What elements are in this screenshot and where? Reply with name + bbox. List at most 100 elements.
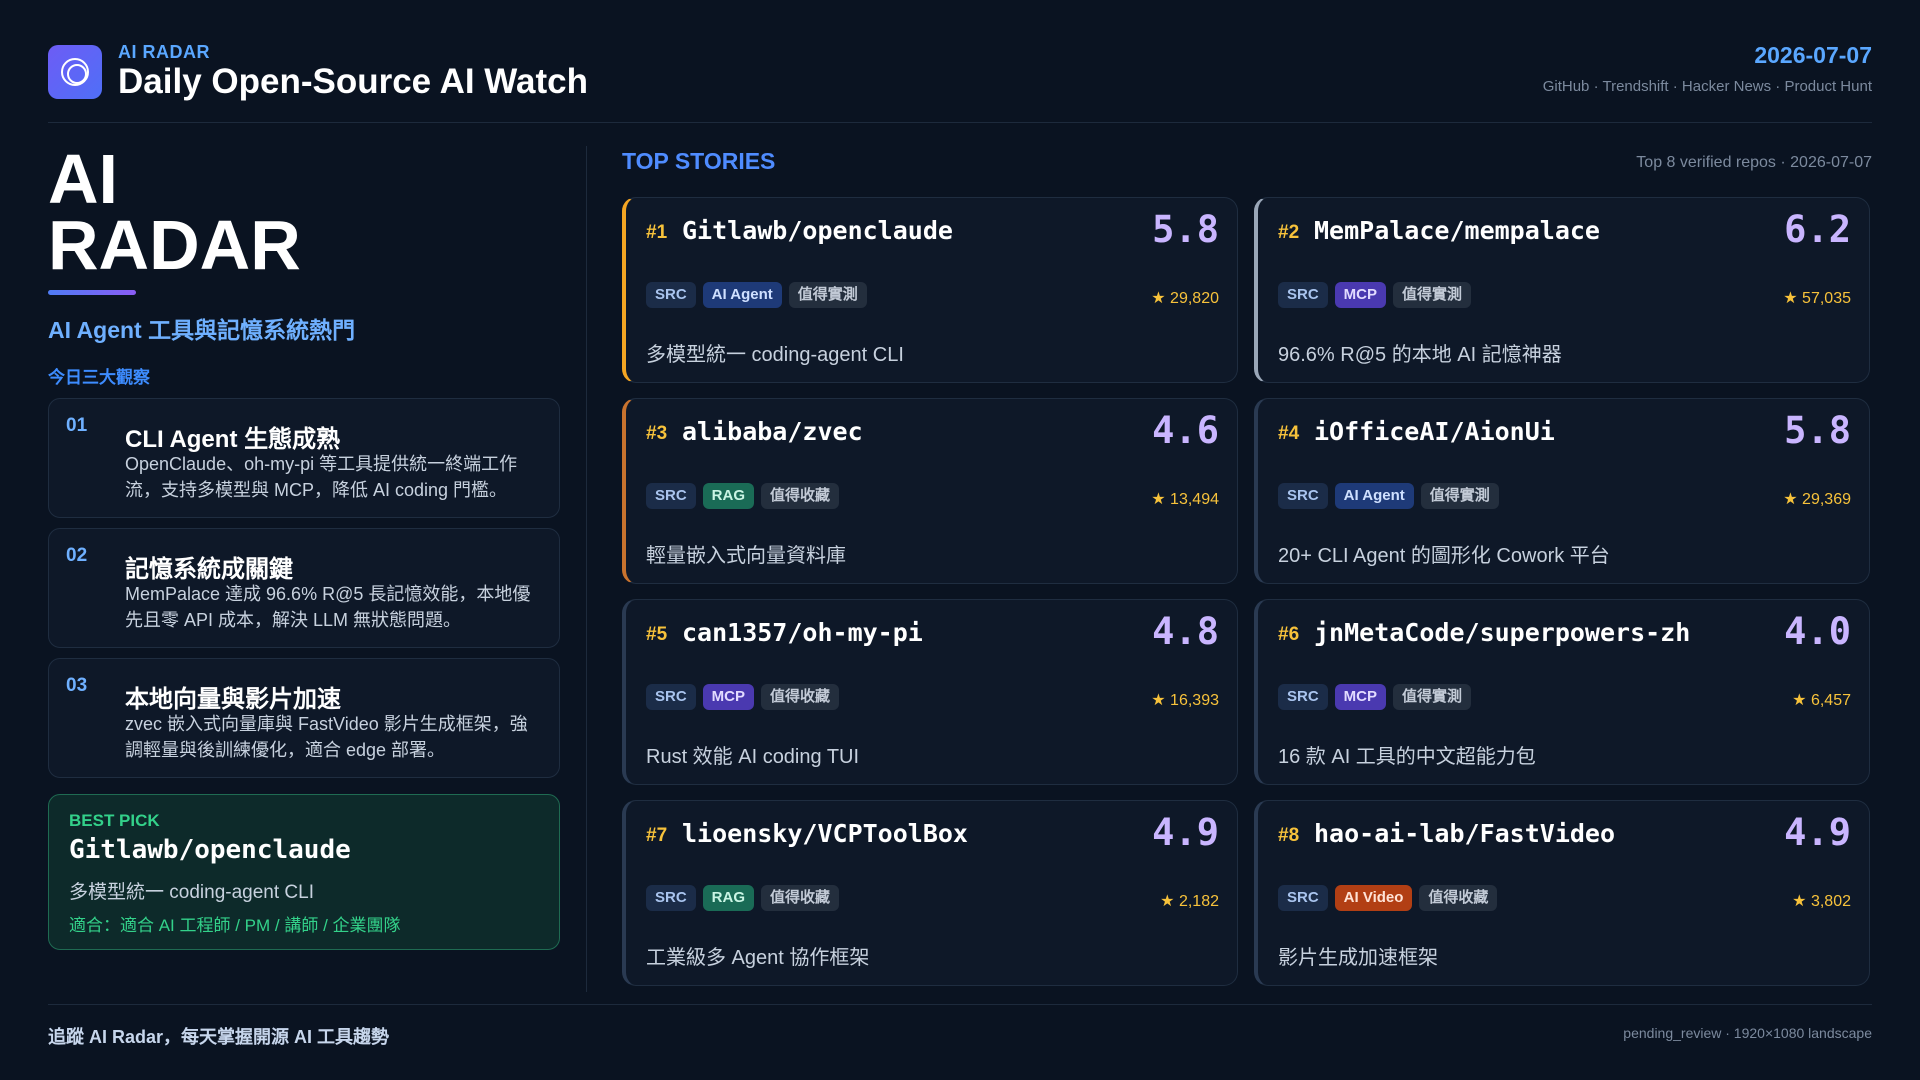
story-description: 影片生成加速框架 <box>1278 947 1438 969</box>
insight-title: 本地向量與影片加速 <box>125 686 341 713</box>
header-date: 2026-07-07 <box>1754 42 1872 68</box>
insight-card: 03 本地向量與影片加速 zvec 嵌入式向量庫與 FastVideo 影片生成… <box>48 658 560 778</box>
story-tag: SRC <box>646 483 696 509</box>
story-rank: #6 <box>1278 624 1300 645</box>
story-score: 4.9 <box>1784 811 1851 854</box>
best-pick-audience: 適合：適合 AI 工程師 / PM / 講師 / 企業團隊 <box>69 916 401 935</box>
insight-number: 01 <box>66 415 88 436</box>
hero-line-1: AI <box>48 140 118 218</box>
story-tags: SRC RAG 值得收藏 <box>646 483 840 509</box>
story-tag: SRC <box>1278 885 1328 911</box>
story-tag: MCP <box>1334 282 1387 308</box>
story-stars: ★ 13,494 <box>1151 491 1219 508</box>
story-tag: SRC <box>1278 684 1328 710</box>
hero-accent-bar <box>48 290 136 295</box>
story-tag: 值得實測 <box>1393 282 1472 308</box>
story-tag: SRC <box>1278 282 1328 308</box>
story-tag: 值得收藏 <box>761 483 840 509</box>
story-rank: #1 <box>646 222 668 243</box>
story-description: Rust 效能 AI coding TUI <box>646 746 860 768</box>
story-tag: 值得實測 <box>788 282 867 308</box>
story-rank: #3 <box>646 423 668 444</box>
column-divider <box>586 146 587 992</box>
top-stories-title: TOP STORIES <box>622 148 776 174</box>
story-tag: MCP <box>1334 684 1387 710</box>
insight-number: 02 <box>66 545 88 566</box>
story-rank: #8 <box>1278 825 1300 846</box>
story-rank: #5 <box>646 624 668 645</box>
story-tag: 值得實測 <box>1420 483 1499 509</box>
story-tag: SRC <box>646 684 696 710</box>
story-tags: SRC MCP 值得收藏 <box>646 684 840 710</box>
story-repo-name[interactable]: alibaba/zvec <box>682 417 863 446</box>
story-score: 4.8 <box>1152 610 1219 653</box>
story-tag: AI Agent <box>702 282 782 308</box>
story-repo-name[interactable]: iOfficeAI/AionUi <box>1314 417 1555 446</box>
story-stars: ★ 29,369 <box>1783 491 1851 508</box>
story-stars: ★ 2,182 <box>1160 893 1219 910</box>
story-card[interactable]: #2 MemPalace/mempalace 6.2 SRC MCP 值得實測 ★ 57,0… <box>1254 197 1870 383</box>
story-repo-name[interactable]: jnMetaCode/superpowers-zh <box>1314 618 1690 647</box>
best-pick-description: 多模型統一 coding-agent CLI <box>69 882 314 903</box>
story-tag: 值得實測 <box>1393 684 1472 710</box>
story-description: 20+ CLI Agent 的圖形化 Cowork 平台 <box>1278 545 1610 567</box>
header: AI RADAR Daily Open-Source AI Watch 2026… <box>48 42 1872 122</box>
story-repo-name[interactable]: can1357/oh-my-pi <box>682 618 923 647</box>
story-description: 96.6% R@5 的本地 AI 記憶神器 <box>1278 344 1562 366</box>
story-stars: ★ 3,802 <box>1792 893 1851 910</box>
footer-tagline: 追蹤 AI Radar，每天掌握開源 AI 工具趨勢 <box>48 1027 390 1047</box>
story-description: 工業級多 Agent 協作框架 <box>646 947 870 969</box>
story-stars: ★ 57,035 <box>1783 290 1851 307</box>
story-stars: ★ 29,820 <box>1151 290 1219 307</box>
header-divider <box>48 122 1872 123</box>
story-tag: 值得收藏 <box>761 684 840 710</box>
insight-title: 記憶系統成關鍵 <box>125 556 293 583</box>
story-tags: SRC MCP 值得實測 <box>1278 282 1472 308</box>
story-stars: ★ 16,393 <box>1151 692 1219 709</box>
story-card[interactable]: #5 can1357/oh-my-pi 4.8 SRC MCP 值得收藏 ★ 16,393 R… <box>622 599 1238 785</box>
story-repo-name[interactable]: hao-ai-lab/FastVideo <box>1314 819 1615 848</box>
story-repo-name[interactable]: Gitlawb/openclaude <box>682 216 953 245</box>
story-card[interactable]: #8 hao-ai-lab/FastVideo 4.9 SRC AI Video 值得收藏… <box>1254 800 1870 986</box>
brand-label: AI RADAR <box>118 42 210 62</box>
story-card[interactable]: #6 jnMetaCode/superpowers-zh 4.0 SRC MCP 值得實測… <box>1254 599 1870 785</box>
insight-card: 02 記憶系統成關鍵 MemPalace 達成 96.6% R@5 長記憶效能，… <box>48 528 560 648</box>
story-tag: 值得收藏 <box>761 885 840 911</box>
story-description: 16 款 AI 工具的中文超能力包 <box>1278 746 1536 768</box>
left-panel: AI RADAR AI Agent 工具與記憶系統熱門 今日三大觀察 01 CL… <box>48 142 562 950</box>
hero-line-2: RADAR <box>48 206 301 284</box>
best-pick-repo-name[interactable]: Gitlawb/openclaude <box>69 835 351 865</box>
story-repo-name[interactable]: MemPalace/mempalace <box>1314 216 1600 245</box>
story-card[interactable]: #4 iOfficeAI/AionUi 5.8 SRC AI Agent 值得實測 ★ 29… <box>1254 398 1870 584</box>
story-tag: MCP <box>702 684 755 710</box>
insight-title: CLI Agent 生態成熟 <box>125 426 341 453</box>
story-tag: 值得收藏 <box>1419 885 1498 911</box>
story-score: 5.8 <box>1152 208 1219 251</box>
story-rank: #4 <box>1278 423 1300 444</box>
story-card[interactable]: #1 Gitlawb/openclaude 5.8 SRC AI Agent 值得實測 ★ … <box>622 197 1238 383</box>
story-score: 5.8 <box>1784 409 1851 452</box>
story-tag: RAG <box>702 483 755 509</box>
story-tag: SRC <box>646 282 696 308</box>
best-pick-card[interactable]: BEST PICK Gitlawb/openclaude 多模型統一 codin… <box>48 794 560 950</box>
story-score: 4.6 <box>1152 409 1219 452</box>
story-tags: SRC AI Agent 值得實測 <box>1278 483 1499 509</box>
story-score: 4.0 <box>1784 610 1851 653</box>
insights-label: 今日三大觀察 <box>48 368 150 387</box>
story-repo-name[interactable]: lioensky/VCPToolBox <box>682 819 968 848</box>
insight-number: 03 <box>66 675 88 696</box>
story-stars: ★ 6,457 <box>1792 692 1851 709</box>
insight-card: 01 CLI Agent 生態成熟 OpenClaude、oh-my-pi 等工… <box>48 398 560 518</box>
story-card[interactable]: #7 lioensky/VCPToolBox 4.9 SRC RAG 值得收藏 ★ 2,18… <box>622 800 1238 986</box>
best-pick-label: BEST PICK <box>69 811 160 830</box>
story-score: 4.9 <box>1152 811 1219 854</box>
story-card[interactable]: #3 alibaba/zvec 4.6 SRC RAG 值得收藏 ★ 13,494 輕量嵌入式… <box>622 398 1238 584</box>
story-tags: SRC RAG 值得收藏 <box>646 885 840 911</box>
story-tag: SRC <box>1278 483 1328 509</box>
page: AI RADAR Daily Open-Source AI Watch 2026… <box>48 42 1872 1047</box>
story-tags: SRC MCP 值得實測 <box>1278 684 1472 710</box>
radar-logo-icon <box>48 45 102 99</box>
page-title: Daily Open-Source AI Watch <box>118 62 588 101</box>
story-tag: AI Video <box>1334 885 1413 911</box>
story-rank: #2 <box>1278 222 1300 243</box>
